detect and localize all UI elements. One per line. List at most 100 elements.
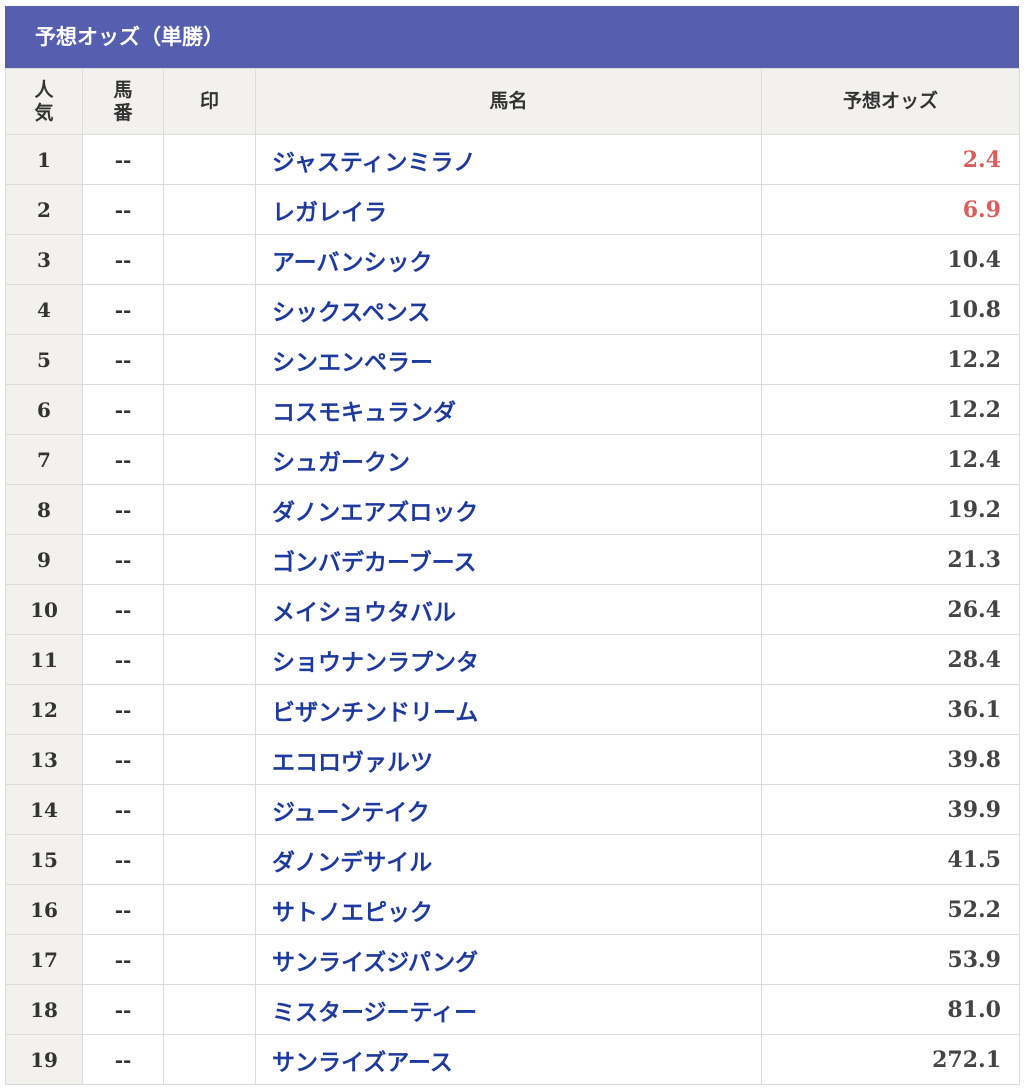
horse-name-cell: メイショウタバル [255, 584, 762, 635]
rank-cell: 8 [5, 484, 83, 535]
horse-name-cell: シュガークン [255, 434, 762, 485]
odds-cell: 39.9 [761, 784, 1020, 835]
horse-name-link[interactable]: サンライズジパング [272, 950, 478, 976]
table-row: 2 -- レガレイラ 6.9 [5, 184, 1020, 235]
panel-title: 予想オッズ（単勝） [5, 6, 1019, 68]
odds-cell: 12.2 [761, 334, 1020, 385]
rank-cell: 10 [5, 584, 83, 635]
odds-cell: 28.4 [761, 634, 1020, 685]
horse-number-cell: -- [82, 434, 164, 485]
table-row: 4 -- シックスペンス 10.8 [5, 284, 1020, 335]
horse-name-link[interactable]: シンエンペラー [272, 350, 433, 376]
rank-cell: 17 [5, 934, 83, 985]
horse-name-link[interactable]: メイショウタバル [272, 600, 456, 626]
header-mark: 印 [163, 68, 256, 135]
rank-cell: 15 [5, 834, 83, 885]
horse-name-link[interactable]: ビザンチンドリーム [272, 700, 478, 726]
horse-name-link[interactable]: シックスペンス [272, 300, 430, 326]
rank-cell: 7 [5, 434, 83, 485]
horse-name-link[interactable]: ミスタージーティー [272, 1000, 477, 1026]
horse-number-cell: -- [82, 984, 164, 1035]
horse-name-link[interactable]: サンライズアース [272, 1050, 453, 1076]
horse-name-cell: ジャスティンミラノ [255, 134, 762, 185]
mark-cell [163, 734, 256, 785]
mark-cell [163, 284, 256, 335]
mark-cell [163, 384, 256, 435]
horse-name-link[interactable]: ジューンテイク [272, 800, 430, 826]
rank-cell: 12 [5, 684, 83, 735]
horse-number-cell: -- [82, 884, 164, 935]
rank-cell: 1 [5, 134, 83, 185]
table-row: 15 -- ダノンデサイル 41.5 [5, 834, 1020, 885]
table-row: 7 -- シュガークン 12.4 [5, 434, 1020, 485]
mark-cell [163, 334, 256, 385]
table-row: 8 -- ダノンエアズロック 19.2 [5, 484, 1020, 535]
horse-name-cell: サンライズアース [255, 1034, 762, 1085]
table-row: 5 -- シンエンペラー 12.2 [5, 334, 1020, 385]
mark-cell [163, 584, 256, 635]
odds-cell: 53.9 [761, 934, 1020, 985]
table-row: 18 -- ミスタージーティー 81.0 [5, 984, 1020, 1035]
horse-number-cell: -- [82, 634, 164, 685]
mark-cell [163, 184, 256, 235]
table-row: 16 -- サトノエピック 52.2 [5, 884, 1020, 935]
horse-name-cell: コスモキュランダ [255, 384, 762, 435]
horse-name-link[interactable]: ショウナンラプンタ [272, 650, 479, 676]
horse-name-link[interactable]: ジャスティンミラノ [272, 150, 476, 176]
table-header: 人 気 馬 番 印 馬名 予想オッズ [5, 68, 1020, 135]
rank-cell: 5 [5, 334, 83, 385]
rank-cell: 14 [5, 784, 83, 835]
horse-number-cell: -- [82, 584, 164, 635]
rank-cell: 11 [5, 634, 83, 685]
rank-cell: 13 [5, 734, 83, 785]
horse-name-cell: アーバンシック [255, 234, 762, 285]
header-rank-line1: 人 [34, 78, 54, 101]
rank-cell: 3 [5, 234, 83, 285]
horse-name-link[interactable]: レガレイラ [272, 200, 387, 226]
mark-cell [163, 484, 256, 535]
rank-cell: 4 [5, 284, 83, 335]
mark-cell [163, 984, 256, 1035]
horse-number-cell: -- [82, 734, 164, 785]
odds-cell: 52.2 [761, 884, 1020, 935]
mark-cell [163, 834, 256, 885]
odds-cell: 272.1 [761, 1034, 1020, 1085]
rank-cell: 18 [5, 984, 83, 1035]
odds-cell: 26.4 [761, 584, 1020, 635]
horse-name-link[interactable]: アーバンシック [272, 250, 433, 276]
odds-cell: 41.5 [761, 834, 1020, 885]
odds-cell: 10.4 [761, 234, 1020, 285]
horse-name-cell: ショウナンラプンタ [255, 634, 762, 685]
horse-name-cell: ジューンテイク [255, 784, 762, 835]
header-odds: 予想オッズ [761, 68, 1020, 135]
odds-cell: 12.2 [761, 384, 1020, 435]
horse-name-link[interactable]: ゴンバデカーブース [272, 550, 476, 576]
mark-cell [163, 134, 256, 185]
horse-number-cell: -- [82, 284, 164, 335]
mark-cell [163, 784, 256, 835]
table-row: 17 -- サンライズジパング 53.9 [5, 934, 1020, 985]
horse-name-link[interactable]: コスモキュランダ [272, 400, 456, 426]
odds-cell: 36.1 [761, 684, 1020, 735]
odds-table: 人 気 馬 番 印 馬名 予想オッズ 1 -- ジャスティンミラノ 2.4 2 -- レガレ… [5, 68, 1020, 1085]
mark-cell [163, 1034, 256, 1085]
mark-cell [163, 684, 256, 735]
header-num-line2: 番 [113, 101, 133, 124]
horse-name-link[interactable]: ダノンエアズロック [272, 500, 478, 526]
horse-name-cell: サンライズジパング [255, 934, 762, 985]
table-row: 10 -- メイショウタバル 26.4 [5, 584, 1020, 635]
mark-cell [163, 884, 256, 935]
mark-cell [163, 934, 256, 985]
table-row: 6 -- コスモキュランダ 12.2 [5, 384, 1020, 435]
mark-cell [163, 434, 256, 485]
horse-number-cell: -- [82, 784, 164, 835]
horse-name-link[interactable]: サトノエピック [272, 900, 433, 926]
horse-name-link[interactable]: エコロヴァルツ [272, 750, 433, 776]
horse-name-cell: ビザンチンドリーム [255, 684, 762, 735]
horse-name-link[interactable]: シュガークン [272, 450, 410, 476]
horse-name-cell: エコロヴァルツ [255, 734, 762, 785]
table-row: 9 -- ゴンバデカーブース 21.3 [5, 534, 1020, 585]
odds-cell: 12.4 [761, 434, 1020, 485]
mark-cell [163, 534, 256, 585]
horse-name-link[interactable]: ダノンデサイル [272, 850, 432, 876]
